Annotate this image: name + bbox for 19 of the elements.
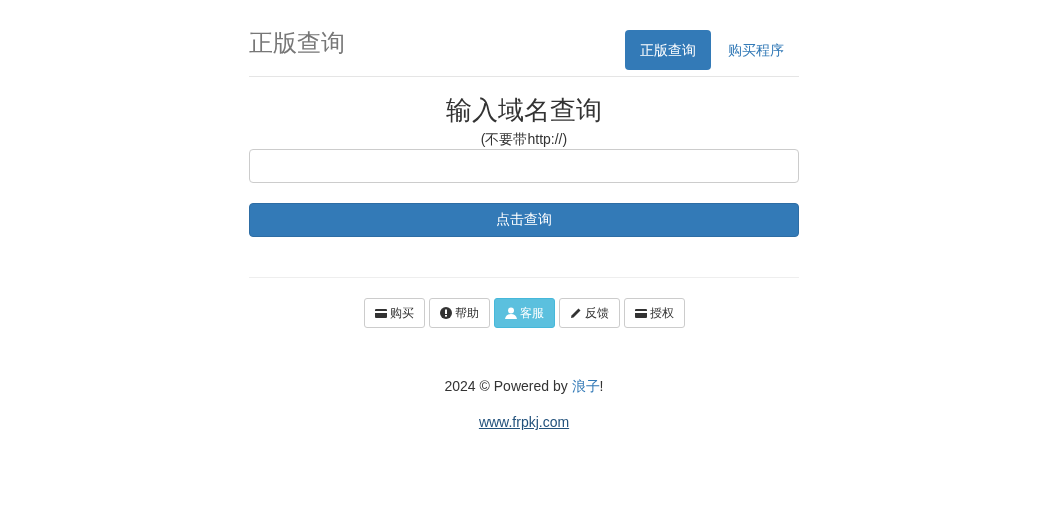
user-icon xyxy=(504,307,517,319)
card-icon xyxy=(634,308,647,318)
pencil-icon xyxy=(569,307,582,319)
footer-text: 2024 © Powered by 浪子! xyxy=(443,378,605,396)
author-link[interactable]: 浪子 xyxy=(571,378,600,394)
form-heading: 输入域名查询 xyxy=(445,94,603,127)
page-title: 正版查询 xyxy=(249,30,345,56)
domain-input[interactable] xyxy=(249,149,799,183)
action-button[interactable]: 授权 xyxy=(623,298,685,328)
action-button[interactable]: 反馈 xyxy=(558,298,620,328)
action-button[interactable]: 购买 xyxy=(363,298,425,328)
nav-tab[interactable]: 正版查询 xyxy=(625,30,711,70)
action-button[interactable]: 帮助 xyxy=(428,298,490,328)
alert-icon xyxy=(439,307,452,319)
card-icon xyxy=(374,308,387,318)
site-link[interactable]: www.frpkj.com xyxy=(478,414,570,430)
submit-button[interactable]: 点击查询 xyxy=(249,203,799,237)
nav-tab[interactable]: 购买程序 xyxy=(713,30,799,70)
hint-text: (不要带http://) xyxy=(479,131,569,147)
